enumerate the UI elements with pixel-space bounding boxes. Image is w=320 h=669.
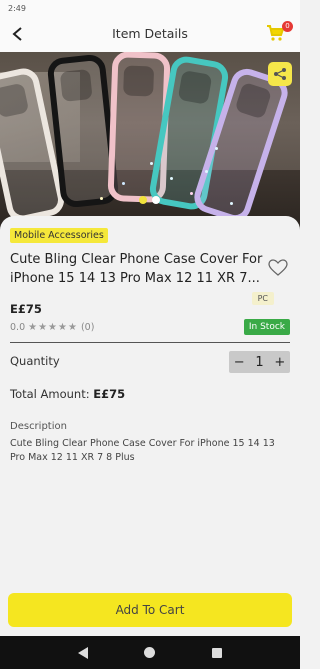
cart-count-badge: 0	[282, 21, 293, 32]
rating-stars: ★★★★★	[28, 322, 78, 333]
review-count: (0)	[80, 322, 95, 333]
stock-status-badge: In Stock	[243, 319, 290, 335]
quantity-value: 1	[255, 354, 264, 370]
add-to-cart-button[interactable]: Add To Cart	[8, 593, 292, 627]
carousel-dot-2[interactable]	[152, 196, 160, 204]
rating-value: 0.0	[10, 322, 26, 333]
carousel-dots	[139, 196, 160, 204]
share-button[interactable]	[268, 62, 292, 86]
nav-recent-icon[interactable]	[211, 647, 222, 658]
product-details-sheet: Mobile Accessories Cute Bling Clear Phon…	[0, 216, 300, 636]
quantity-stepper: − 1 +	[229, 351, 290, 373]
share-icon	[274, 68, 286, 80]
total-amount-row: Total Amount: E£75	[10, 387, 125, 401]
description-label: Description	[10, 421, 67, 432]
total-amount-value: E£75	[93, 387, 126, 401]
system-nav-bar	[0, 636, 300, 669]
quantity-plus-button[interactable]: +	[273, 355, 287, 370]
description-text: Cute Bling Clear Phone Case Cover For iP…	[10, 438, 275, 463]
material-tag: PC	[251, 292, 274, 305]
heart-icon	[268, 259, 288, 276]
carousel-dot-1[interactable]	[139, 196, 147, 204]
rating-row: 0.0 ★★★★★ (0)	[10, 322, 94, 333]
page-title: Item Details	[112, 26, 188, 41]
quantity-label: Quantity	[10, 354, 60, 368]
nav-back-icon[interactable]	[78, 646, 89, 659]
favorite-button[interactable]	[268, 258, 290, 280]
status-time: 2:49	[8, 4, 26, 13]
product-title: Cute Bling Clear Phone Case Cover For iP…	[10, 252, 263, 286]
total-amount-label: Total Amount:	[10, 387, 90, 401]
product-price: E£75	[10, 302, 42, 316]
nav-home-icon[interactable]	[144, 647, 156, 658]
quantity-minus-button[interactable]: −	[232, 355, 246, 370]
status-bar: 2:49	[0, 0, 300, 16]
app-bar: Item Details 0	[0, 16, 300, 52]
divider	[10, 342, 290, 343]
category-badge[interactable]: Mobile Accessories	[10, 228, 108, 243]
cart-button[interactable]: 0	[266, 21, 293, 44]
